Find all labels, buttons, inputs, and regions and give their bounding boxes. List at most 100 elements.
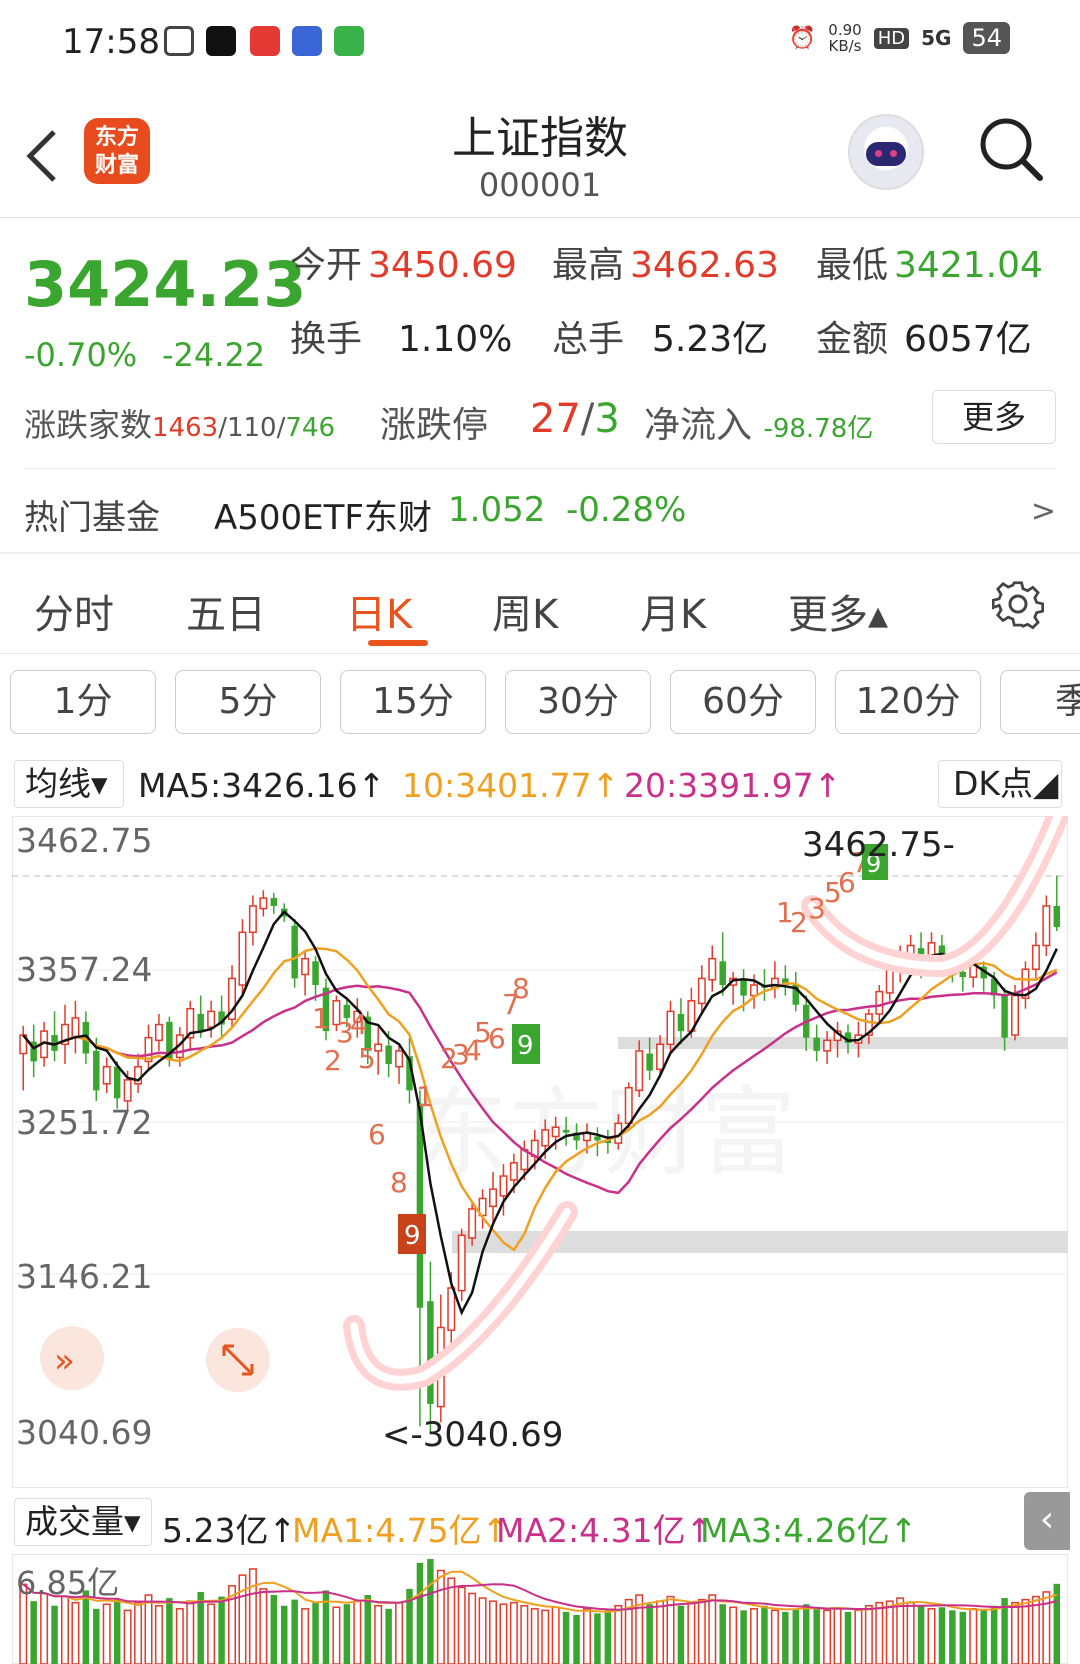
status-bar: 17:58 ⏰ 0.90 KB/s HD 5G 54 (0, 0, 1080, 88)
candle (959, 971, 967, 978)
svg-text:8: 8 (390, 1166, 408, 1199)
tab-weekly-k[interactable]: 周K (492, 582, 558, 640)
period-quarter[interactable]: 季 (1000, 670, 1080, 734)
volume-bar (186, 1600, 195, 1664)
section-separator (0, 552, 1080, 554)
chevron-right-icon: > (1030, 494, 1056, 529)
candle (541, 1129, 550, 1147)
stat-turnover: 换手 1.10% (290, 319, 513, 360)
volume-indicator-select[interactable]: 成交量▾ (14, 1498, 152, 1546)
dk-point-button[interactable]: DK点◢ (938, 760, 1062, 808)
collapse-button[interactable]: ‹ (1024, 1492, 1070, 1550)
period-5min[interactable]: 5分 (175, 670, 321, 734)
search-icon[interactable] (976, 114, 1046, 184)
volume-bar (395, 1601, 404, 1664)
indicator-select[interactable]: 均线▾ (14, 760, 124, 808)
status-time: 17:58 (62, 22, 160, 62)
volume-bar (301, 1608, 310, 1664)
period-1min[interactable]: 1分 (10, 670, 156, 734)
volume-bar (427, 1559, 434, 1664)
candle (395, 1050, 404, 1068)
period-15min[interactable]: 15分 (340, 670, 486, 734)
candle (270, 898, 278, 906)
svg-text:6: 6 (488, 1022, 506, 1055)
volume-bar (802, 1604, 810, 1664)
period-30min[interactable]: 30分 (505, 670, 651, 734)
period-60min[interactable]: 60分 (670, 670, 816, 734)
candle (1042, 905, 1051, 947)
candle (457, 1234, 466, 1292)
double-chevron-icon: » (54, 1341, 75, 1381)
volume-bar (343, 1604, 351, 1664)
candlestick-chart[interactable]: 东方财富 1 34 25 68 1234 5678 12 3567 9 9 9 34… (12, 816, 1068, 1488)
svg-text:1: 1 (312, 1002, 330, 1035)
candle (113, 1066, 121, 1099)
gear-icon[interactable] (992, 580, 1044, 632)
signal-icon: 5G (921, 26, 952, 50)
stat-low: 最低 3421.04 (816, 245, 1043, 286)
candle (207, 1010, 216, 1028)
volume-bar (761, 1605, 768, 1664)
tab-monthly-k[interactable]: 月K (640, 582, 706, 640)
tab-intraday[interactable]: 分时 (34, 582, 114, 640)
volume-bar (530, 1608, 539, 1664)
tab-daily-k[interactable]: 日K (346, 582, 412, 640)
svg-text:4: 4 (350, 1008, 368, 1041)
app-notification-icon (206, 26, 236, 56)
tab-more[interactable]: 更多▴ (788, 582, 888, 640)
volume-bar (656, 1600, 665, 1664)
volume-bar (509, 1601, 518, 1664)
volume-bar (594, 1613, 601, 1664)
volume-bar (719, 1604, 726, 1664)
td-9-label: 9 (404, 1221, 421, 1251)
volume-bar (374, 1605, 383, 1664)
chart-tabs: 分时 五日 日K 周K 月K 更多▴ (0, 556, 1080, 654)
candle (594, 1136, 601, 1141)
volume-chart[interactable]: 6.85亿 (12, 1554, 1068, 1664)
expand-left-button[interactable]: » (40, 1326, 104, 1390)
volume-bar (478, 1597, 487, 1664)
more-button[interactable]: 更多 (932, 390, 1056, 444)
limit-count: 27/3 (530, 396, 620, 442)
candle (666, 1010, 675, 1046)
volume-value: 5.23亿↑ (162, 1511, 297, 1550)
volume-bar (71, 1601, 80, 1664)
ma20-value: 20:3391.97↑ (624, 766, 842, 805)
candle (719, 961, 726, 986)
tab-five-day[interactable]: 五日 (186, 582, 266, 640)
ai-assistant-avatar[interactable] (848, 114, 924, 190)
y-axis-label: 3462.75 (16, 821, 152, 860)
candle (635, 1050, 644, 1092)
volume-bar (980, 1610, 987, 1664)
volume-bar (729, 1606, 738, 1664)
volume-bar (927, 1608, 936, 1664)
svg-text:2: 2 (324, 1044, 342, 1077)
volume-bar (614, 1605, 623, 1664)
candle (646, 1053, 653, 1071)
candle (697, 977, 706, 1005)
volume-bar (436, 1569, 445, 1664)
volume-bar (40, 1592, 49, 1664)
candle (656, 1043, 665, 1071)
candle (562, 1129, 570, 1133)
candle (385, 1045, 392, 1065)
volume-bar (1021, 1598, 1030, 1664)
volume-bar (520, 1605, 529, 1664)
volume-bar (551, 1606, 560, 1664)
volume-bar (770, 1609, 779, 1664)
volume-bar (291, 1599, 298, 1664)
svg-text:6: 6 (368, 1118, 386, 1151)
period-120min[interactable]: 120分 (835, 670, 981, 734)
y-axis-label: 3146.21 (16, 1257, 152, 1296)
volume-bar (385, 1608, 392, 1664)
candle (740, 978, 747, 996)
volume-bar (864, 1605, 873, 1664)
fullscreen-button[interactable] (206, 1328, 270, 1392)
volume-bar (332, 1606, 341, 1664)
hd-icon: HD (873, 27, 910, 49)
svg-text:5: 5 (358, 1042, 376, 1075)
volume-bar (468, 1592, 477, 1664)
app-notification-icon (164, 26, 194, 56)
watermark: 东方财富 (412, 1077, 796, 1189)
candle (248, 905, 257, 934)
